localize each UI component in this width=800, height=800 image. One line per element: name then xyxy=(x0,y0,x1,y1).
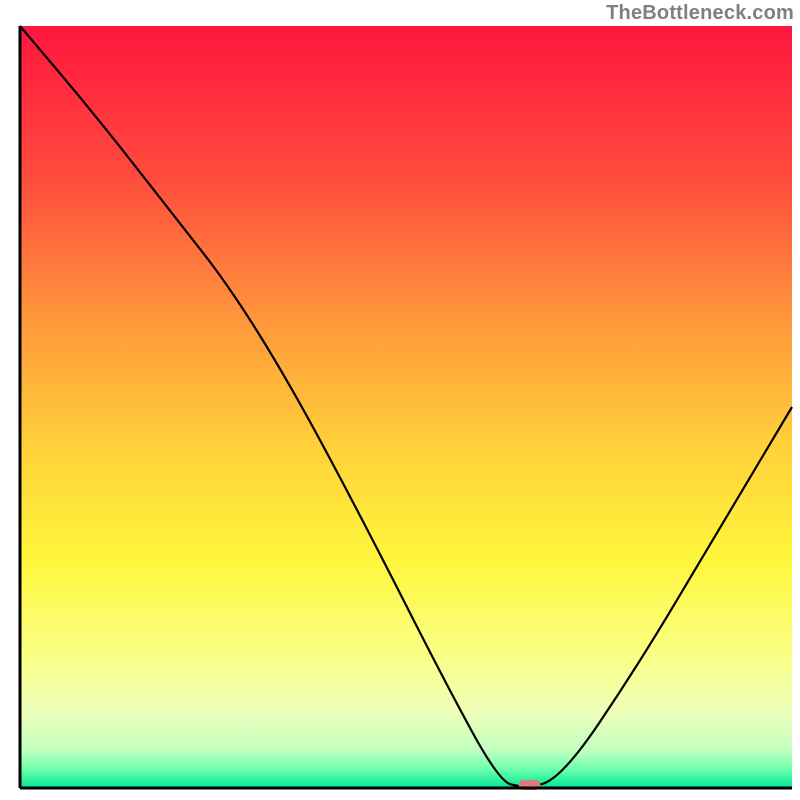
chart-svg xyxy=(0,0,800,800)
plot-background xyxy=(20,26,792,788)
bottleneck-chart: TheBottleneck.com xyxy=(0,0,800,800)
watermark-text: TheBottleneck.com xyxy=(606,2,794,25)
